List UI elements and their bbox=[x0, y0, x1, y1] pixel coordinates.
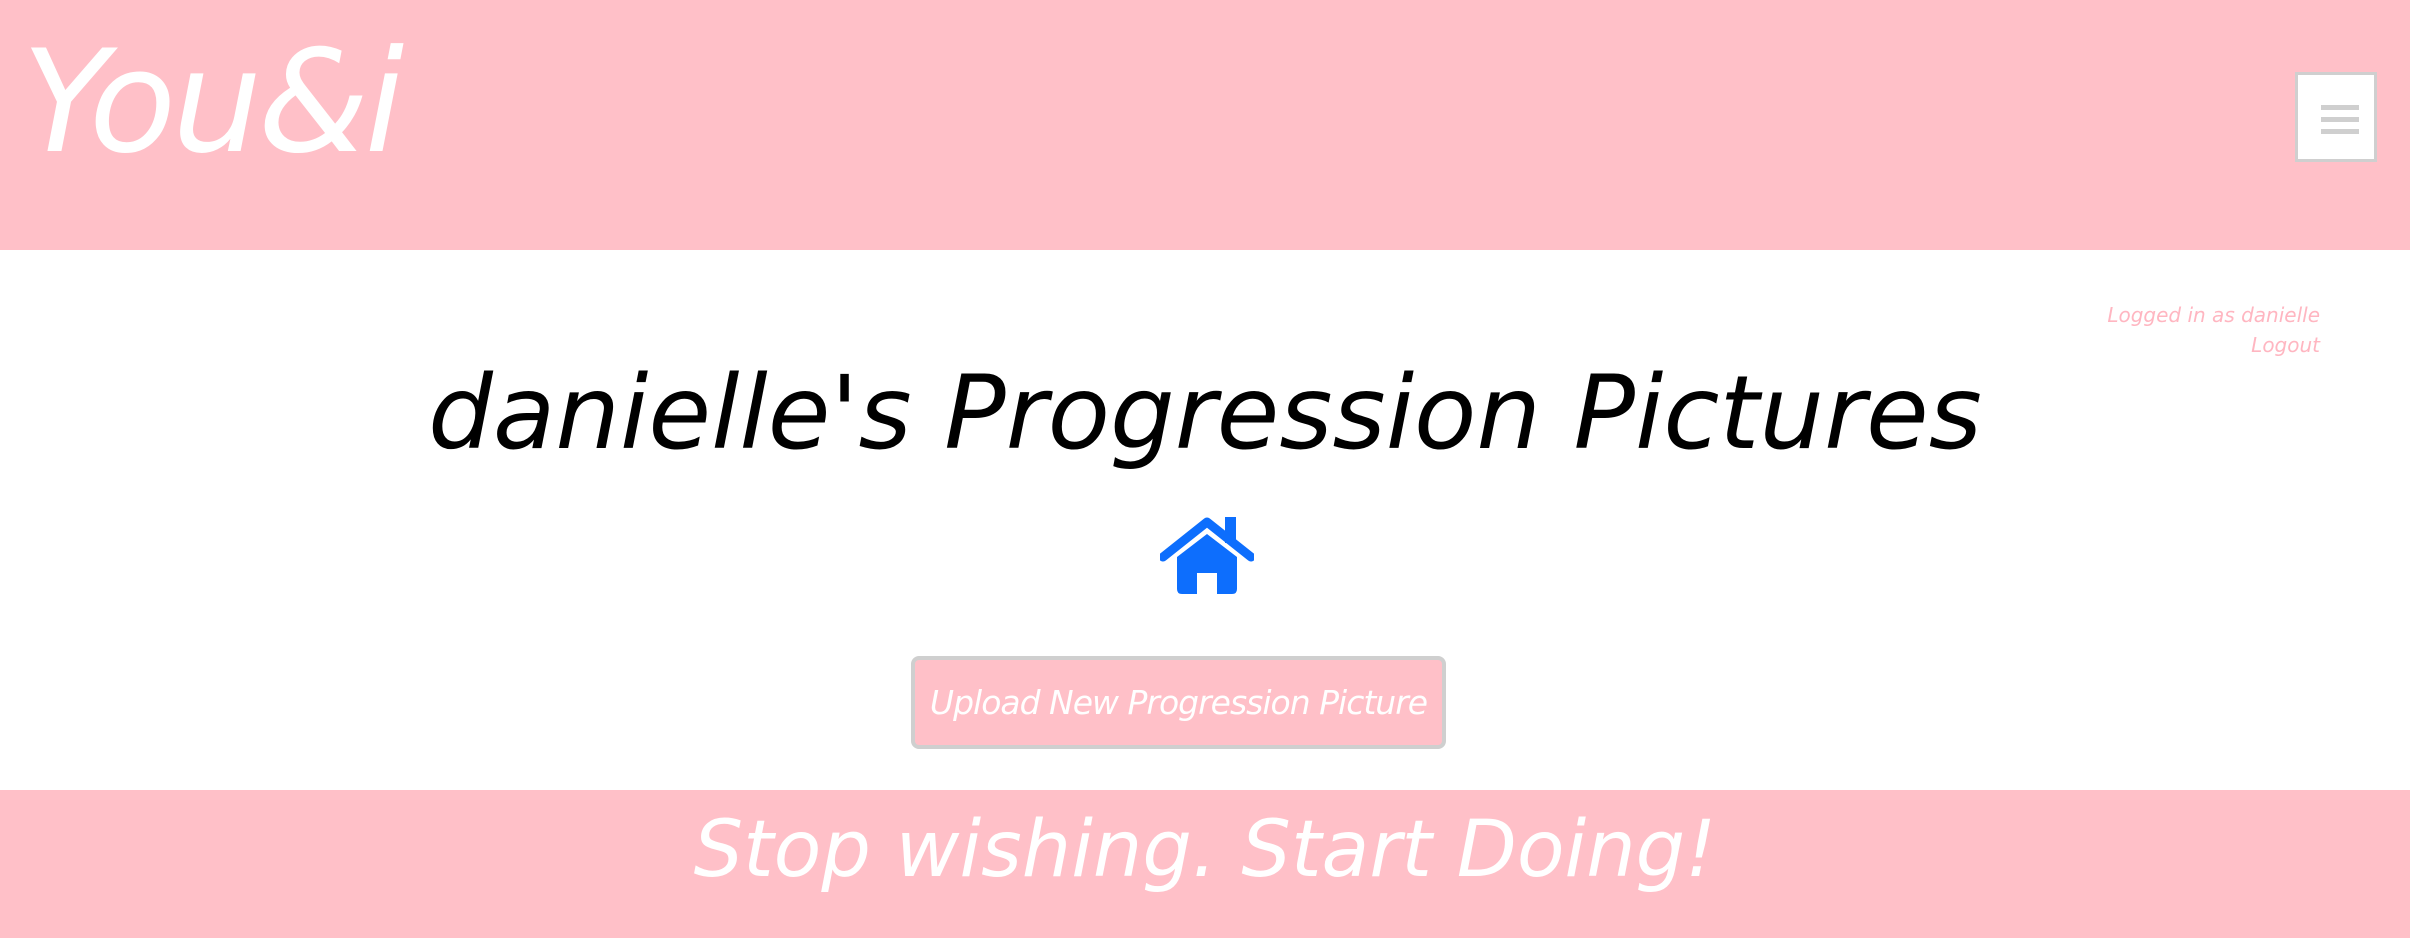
menu-bar bbox=[2321, 105, 2359, 110]
session-info: Logged in as danielle Logout bbox=[2107, 300, 2320, 360]
menu-bar bbox=[2321, 117, 2359, 122]
page-title: danielle's Progression Pictures bbox=[428, 354, 1982, 473]
logged-in-text: Logged in as danielle bbox=[2107, 303, 2320, 327]
site-footer: Stop wishing. Start Doing! bbox=[0, 790, 2410, 938]
home-link[interactable] bbox=[1160, 517, 1254, 595]
home-icon bbox=[1160, 517, 1254, 594]
footer-tagline: Stop wishing. Start Doing! bbox=[693, 805, 1717, 895]
upload-picture-button[interactable]: Upload New Progression Picture bbox=[911, 656, 1446, 749]
logout-link[interactable]: Logout bbox=[2251, 333, 2320, 357]
hamburger-menu-icon bbox=[2321, 105, 2359, 135]
site-logo[interactable]: You&i bbox=[22, 32, 404, 174]
menu-bar bbox=[2321, 129, 2359, 134]
menu-toggle-button[interactable] bbox=[2295, 72, 2377, 162]
site-header: You&i bbox=[0, 0, 2410, 250]
